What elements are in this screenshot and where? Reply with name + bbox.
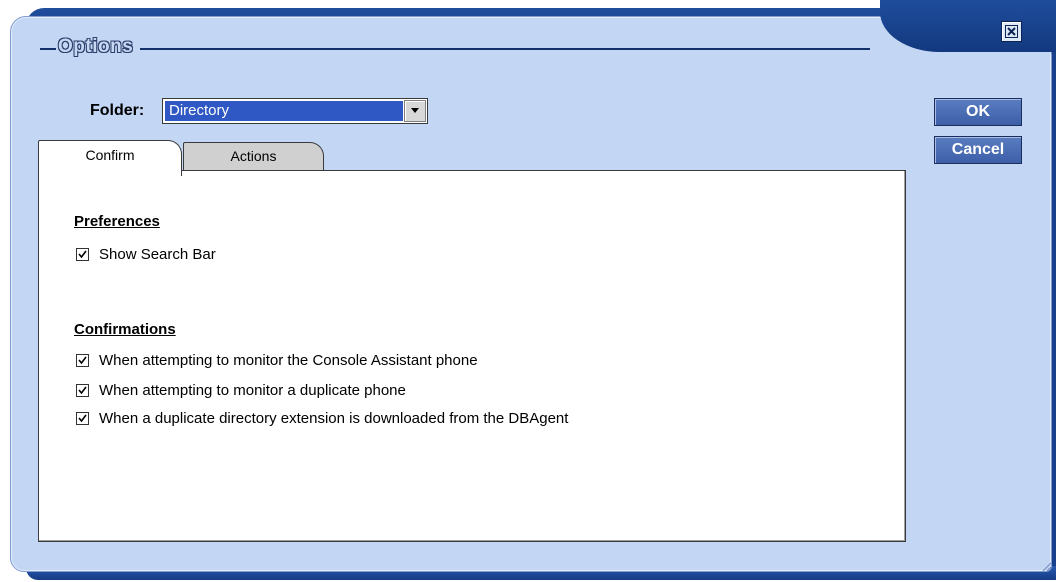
tab-content-panel: Preferences Show Search Bar Confirmation… xyxy=(38,170,906,542)
check-icon xyxy=(78,414,87,422)
check-icon xyxy=(78,250,87,258)
confirm-duplicate-extension-checkbox[interactable]: When a duplicate directory extension is … xyxy=(76,409,568,427)
checkbox-box[interactable] xyxy=(76,383,89,397)
dialog-title: Options xyxy=(58,36,134,57)
check-icon xyxy=(78,386,87,394)
folder-select[interactable]: Directory xyxy=(162,98,428,124)
folder-label: Folder: xyxy=(90,102,145,119)
tab-actions[interactable]: Actions xyxy=(183,142,324,172)
checkbox-box[interactable] xyxy=(76,353,89,367)
cancel-button[interactable]: Cancel xyxy=(934,136,1022,164)
show-search-bar-checkbox[interactable]: Show Search Bar xyxy=(76,245,216,263)
checkbox-label: When attempting to monitor a duplicate p… xyxy=(99,381,406,399)
chevron-down-icon xyxy=(411,108,419,113)
title-rule-right xyxy=(140,48,870,50)
confirm-monitor-duplicate-checkbox[interactable]: When attempting to monitor a duplicate p… xyxy=(76,381,406,399)
close-icon xyxy=(1005,25,1018,38)
check-icon xyxy=(78,356,87,364)
preferences-heading: Preferences xyxy=(74,213,160,230)
folder-selected-value: Directory xyxy=(165,101,403,121)
checkbox-box[interactable] xyxy=(76,247,89,261)
tab-confirm[interactable]: Confirm xyxy=(38,140,182,176)
close-button[interactable] xyxy=(1001,21,1022,42)
checkbox-label: When a duplicate directory extension is … xyxy=(99,409,569,427)
confirm-monitor-console-checkbox[interactable]: When attempting to monitor the Console A… xyxy=(76,351,478,369)
ok-button[interactable]: OK xyxy=(934,98,1022,126)
title-bar-notch xyxy=(880,0,1056,52)
checkbox-box[interactable] xyxy=(76,411,89,425)
confirmations-heading: Confirmations xyxy=(74,321,176,338)
folder-dropdown-button[interactable] xyxy=(404,100,426,122)
checkbox-label: When attempting to monitor the Console A… xyxy=(99,351,478,369)
resize-grip-icon[interactable] xyxy=(1040,560,1052,572)
checkbox-label: Show Search Bar xyxy=(99,245,216,263)
title-rule-left xyxy=(40,48,56,50)
